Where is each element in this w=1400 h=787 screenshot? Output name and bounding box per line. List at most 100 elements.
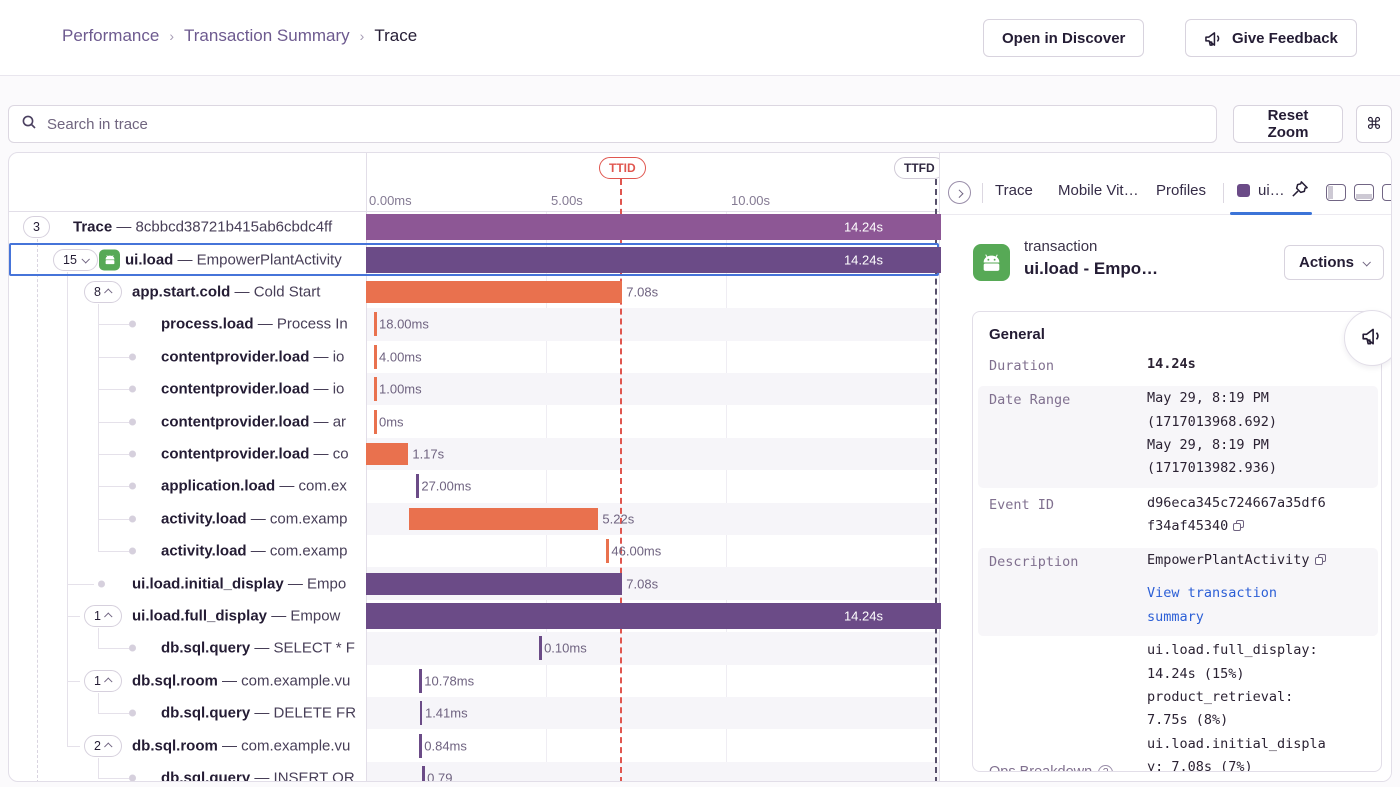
view-transaction-summary-link[interactable]: summary [1147, 609, 1204, 625]
tree-guide-line [98, 519, 129, 520]
span-label: ui.load — EmpowerPlantActivity [125, 251, 342, 268]
shortcuts-button[interactable]: ⌘ [1356, 105, 1392, 143]
tree-cell: 1 ui.load.full_display — Empow [9, 600, 366, 632]
help-icon[interactable]: ? [1098, 765, 1113, 772]
collapse-panel-button[interactable] [948, 181, 971, 204]
span-row-db.sql.query[interactable]: db.sql.query — SELECT * F 0.10ms [9, 632, 939, 664]
trace-waterfall: 0.00ms 5.00s 10.00s 3Trace — 8cbbcd38721… [8, 152, 1392, 782]
duration-tick[interactable] [422, 766, 425, 782]
span-row-ui.load.initial_display[interactable]: ui.load.initial_display — Empo7.08s [9, 567, 939, 599]
kv-value: f34af45340 [1147, 518, 1244, 534]
span-row-db.sql.room[interactable]: 2db.sql.room — com.example.vu0.84ms [9, 729, 939, 761]
duration-value: 0.10ms [544, 641, 587, 656]
tree-guide-line [98, 324, 129, 325]
span-row-activity.load[interactable]: activity.load — com.examp46.00ms [9, 535, 939, 567]
span-row-contentprovider.load[interactable]: contentprovider.load — ar0ms [9, 405, 939, 437]
span-row-db.sql.query[interactable]: db.sql.query — DELETE FR1.41ms [9, 697, 939, 729]
span-row-process.load[interactable]: process.load — Process In18.00ms [9, 308, 939, 340]
tab-trace[interactable]: Trace [995, 182, 1033, 199]
tree-guide-line [67, 584, 94, 585]
duration-bar[interactable]: 14.24s [366, 247, 941, 273]
duration-tick[interactable] [416, 474, 419, 498]
tab-mobile-vitals[interactable]: Mobile Vit… [1058, 182, 1139, 199]
general-row-ops-breakdown: Ops Breakdown?ui.load.full_display:14.24… [978, 638, 1378, 772]
tree-cell: db.sql.query — SELECT * F [9, 632, 366, 664]
tree-guide-line [98, 486, 129, 487]
span-dot [129, 548, 136, 555]
page-header: Performance › Transaction Summary › Trac… [0, 0, 1400, 76]
span-row-contentprovider.load[interactable]: contentprovider.load — co1.17s [9, 438, 939, 470]
duration-bar[interactable] [366, 443, 408, 465]
axis-header-border [9, 211, 939, 212]
layout-sidebar-right-button[interactable] [1382, 184, 1392, 201]
ttfd-badge[interactable]: TTFD [894, 157, 945, 179]
duration-tick[interactable] [539, 636, 542, 660]
duration-tick[interactable] [374, 312, 377, 336]
feedback-fab-button[interactable] [1344, 310, 1392, 366]
breadcrumb-trace: Trace [374, 26, 417, 46]
duration-value: 0.84ms [424, 738, 467, 753]
tree-guide-line [98, 778, 129, 779]
layout-sidebar-left-button[interactable] [1326, 184, 1346, 201]
row-stripe [366, 438, 939, 470]
children-count-pill[interactable]: 15 [53, 249, 98, 271]
kv-value: 14.24s (15%) [1147, 666, 1245, 682]
duration-value: 7.08s [626, 576, 658, 591]
span-dot [129, 645, 136, 652]
span-label: db.sql.query — SELECT * F [161, 640, 355, 657]
duration-value: 46.00ms [611, 544, 661, 559]
duration-bar[interactable]: 14.24s [366, 603, 941, 629]
tree-cell: 1db.sql.room — com.example.vu [9, 665, 366, 697]
duration-tick[interactable] [374, 410, 377, 434]
children-count-pill[interactable]: 8 [84, 281, 122, 303]
span-row-ui.load[interactable]: 15 ui.load — EmpowerPlantActivity 14.24s [9, 243, 939, 275]
kv-value: ui.load.initial_displa [1147, 736, 1326, 752]
span-row-contentprovider.load[interactable]: contentprovider.load — io4.00ms [9, 341, 939, 373]
duration-tick[interactable] [374, 345, 377, 369]
duration-tick[interactable] [419, 734, 422, 758]
pin-tab-icon[interactable] [1290, 180, 1309, 204]
span-row-contentprovider.load[interactable]: contentprovider.load — io1.00ms [9, 373, 939, 405]
children-count-pill[interactable]: 3 [23, 216, 50, 238]
breadcrumb-performance[interactable]: Performance [62, 26, 159, 46]
duration-bar[interactable] [366, 281, 622, 303]
tab-ui-load-active[interactable]: ui… [1258, 182, 1285, 199]
view-transaction-summary-link[interactable]: View transaction [1147, 585, 1277, 601]
duration-value: 1.00ms [379, 382, 422, 397]
tree-guide-line [67, 681, 80, 682]
span-row-activity.load[interactable]: activity.load — com.examp5.22s [9, 503, 939, 535]
tab-profiles[interactable]: Profiles [1156, 182, 1206, 199]
duration-tick[interactable] [606, 539, 609, 563]
trace-search[interactable] [8, 105, 1217, 143]
duration-bar[interactable] [366, 573, 622, 595]
kv-value: EmpowerPlantActivity [1147, 552, 1326, 568]
reset-zoom-button[interactable]: Reset Zoom [1233, 105, 1343, 143]
children-count-pill[interactable]: 2 [84, 735, 122, 757]
children-count-pill[interactable]: 1 [84, 605, 122, 627]
give-feedback-button[interactable]: Give Feedback [1185, 19, 1357, 57]
ttid-badge[interactable]: TTID [599, 157, 646, 179]
children-count-pill[interactable]: 1 [84, 670, 122, 692]
panel-tabs-row: Trace Mobile Vit… Profiles ui… [940, 153, 1392, 215]
copy-icon[interactable] [1315, 554, 1326, 565]
tree-guide-line [37, 239, 38, 782]
span-row-application.load[interactable]: application.load — com.ex27.00ms [9, 470, 939, 502]
span-row-ui.load.full_display[interactable]: 1 ui.load.full_display — Empow 14.24s [9, 600, 939, 632]
duration-bar[interactable] [409, 508, 598, 530]
duration-value: 7.08s [626, 284, 658, 299]
span-row-app.start.cold[interactable]: 8app.start.cold — Cold Start7.08s [9, 276, 939, 308]
layout-drawer-bottom-button[interactable] [1354, 184, 1374, 201]
actions-dropdown[interactable]: Actions [1284, 245, 1384, 280]
duration-tick[interactable] [374, 377, 377, 401]
duration-tick[interactable] [420, 701, 423, 725]
span-row-db.sql.room[interactable]: 1db.sql.room — com.example.vu10.78ms [9, 665, 939, 697]
search-input[interactable] [45, 115, 1204, 134]
duration-tick[interactable] [419, 669, 422, 693]
span-row-db.sql.query[interactable]: db.sql.query — INSERT OR0.79 [9, 762, 939, 782]
copy-icon[interactable] [1233, 520, 1244, 531]
span-row-Trace[interactable]: 3Trace — 8cbbcd38721b415ab6cbdc4ff14.24s [9, 211, 939, 243]
duration-bar[interactable]: 14.24s [366, 214, 941, 240]
breadcrumb-transaction-summary[interactable]: Transaction Summary [184, 26, 350, 46]
open-in-discover-button[interactable]: Open in Discover [983, 19, 1144, 57]
span-label: ui.load.full_display — Empow [132, 607, 340, 624]
